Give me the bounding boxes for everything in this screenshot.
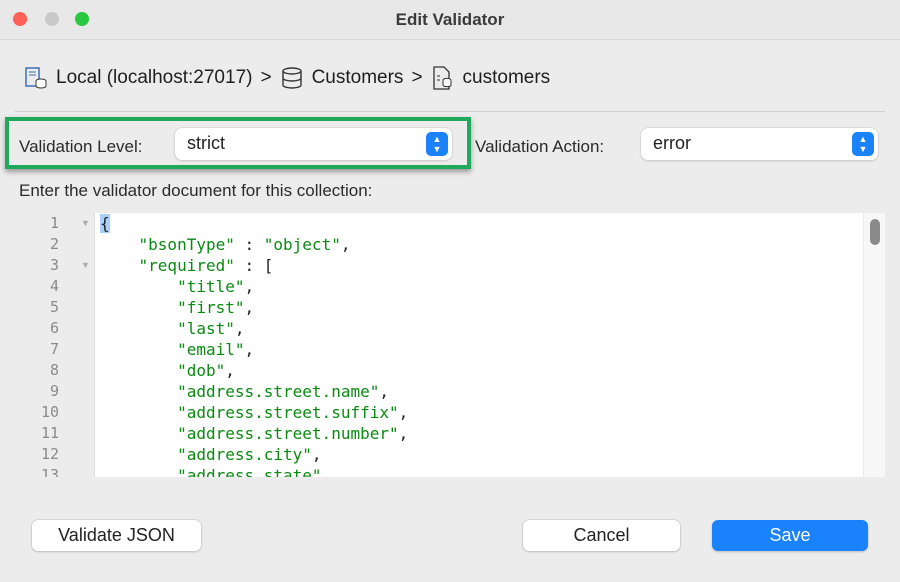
punctuation-token <box>100 424 177 443</box>
punctuation-token: , <box>398 424 409 443</box>
punctuation-token <box>100 361 177 380</box>
string-token: "bsonType" <box>138 235 235 254</box>
string-token: "object" <box>263 235 341 254</box>
string-token: "last" <box>177 319 235 338</box>
line-number: 11 <box>40 424 59 442</box>
breadcrumb-connection: Local (localhost:27017) <box>56 67 253 88</box>
cancel-button[interactable]: Cancel <box>523 520 680 551</box>
save-button[interactable]: Save <box>712 520 868 551</box>
punctuation-token: : [ <box>234 256 274 275</box>
punctuation-token: , <box>340 235 351 254</box>
line-number: 3 <box>49 256 59 274</box>
string-token: "address.street.name" <box>177 382 380 401</box>
punctuation-token <box>100 277 177 296</box>
line-number: 6 <box>49 319 59 337</box>
punctuation-token <box>100 340 177 359</box>
punctuation-token <box>100 445 177 464</box>
validate-json-button[interactable]: Validate JSON <box>32 520 201 551</box>
validation-action-select[interactable]: error ▲ ▼ <box>641 128 878 160</box>
breadcrumb-separator: > <box>260 67 272 88</box>
line-number: 2 <box>49 235 59 253</box>
punctuation-token: , <box>244 277 255 296</box>
breadcrumb-database: Customers <box>311 67 404 88</box>
validation-action-label: Validation Action: <box>475 137 605 156</box>
vertical-scrollbar[interactable] <box>863 213 885 477</box>
string-token: "title" <box>177 277 245 296</box>
divider <box>15 111 885 112</box>
string-token: "address.city" <box>177 445 312 464</box>
code-line: "bsonType" : "object", <box>100 235 351 254</box>
code-line: "address.street.suffix", <box>100 403 408 422</box>
string-token: "required" <box>138 256 235 275</box>
code-line: "title", <box>100 277 254 296</box>
line-number: 10 <box>40 403 59 421</box>
punctuation-token: , <box>379 382 389 401</box>
string-token: "first" <box>177 298 245 317</box>
line-number: 9 <box>49 382 59 400</box>
punctuation-token <box>100 403 177 422</box>
punctuation-token <box>100 466 177 477</box>
collection-icon <box>432 66 452 90</box>
instructions-text: Enter the validator document for this co… <box>19 181 373 200</box>
punctuation-token <box>100 256 139 275</box>
chevron-up-down-icon: ▲ ▼ <box>426 132 448 156</box>
code-line: "last", <box>100 319 245 338</box>
line-number: 8 <box>49 361 59 379</box>
code-line: "address.street.name", <box>100 382 389 401</box>
server-icon <box>25 67 47 89</box>
window-title: Edit Validator <box>395 10 505 29</box>
scrollbar-thumb[interactable] <box>870 219 880 245</box>
punctuation-token <box>100 235 139 254</box>
punctuation-token: , <box>234 319 245 338</box>
punctuation-token: , <box>225 361 235 380</box>
punctuation-token <box>100 382 177 401</box>
punctuation-token: , <box>398 403 409 422</box>
validation-level-select[interactable]: strict ▲ ▼ <box>175 128 452 160</box>
code-line: "address.state", <box>100 466 331 477</box>
line-number: 12 <box>40 445 59 463</box>
breadcrumb-collection: customers <box>462 67 551 88</box>
code-line: { <box>100 214 110 233</box>
punctuation-token <box>100 298 177 317</box>
punctuation-token <box>100 319 177 338</box>
string-token: "address.state" <box>177 466 322 477</box>
line-number: 4 <box>49 277 59 295</box>
json-editor[interactable]: 1 ▼ {2 "bsonType" : "object", 3 ▼ "required"… <box>25 213 885 477</box>
validation-level-value: strict <box>187 133 225 153</box>
code-line: "first", <box>100 298 254 317</box>
code-line: "email", <box>100 340 254 359</box>
string-token: "address.street.suffix" <box>177 403 399 422</box>
string-token: "email" <box>177 340 245 359</box>
punctuation-token: , <box>244 340 255 359</box>
line-number: 1 <box>49 214 59 232</box>
fold-arrow-icon[interactable]: ▼ <box>81 218 90 228</box>
breadcrumb-separator: > <box>411 67 423 88</box>
string-token: "dob" <box>177 361 226 380</box>
validation-action-value: error <box>653 133 692 153</box>
line-number: 7 <box>49 340 59 358</box>
line-number: 5 <box>49 298 59 316</box>
code-line: "address.street.number", <box>100 424 408 443</box>
punctuation-token: , <box>244 298 255 317</box>
breadcrumb: Local (localhost:27017) > Customers > cu… <box>24 66 550 90</box>
punctuation-token: , <box>321 466 332 477</box>
code-line: "address.city", <box>100 445 322 464</box>
line-number: 13 <box>40 466 59 477</box>
validation-level-label: Validation Level: <box>19 137 143 156</box>
chevron-up-down-icon: ▲ ▼ <box>852 132 874 156</box>
code-line: "dob", <box>100 361 235 380</box>
fold-arrow-icon[interactable]: ▼ <box>81 260 90 270</box>
punctuation-token: { <box>100 214 110 233</box>
database-icon <box>281 67 302 89</box>
string-token: "address.street.number" <box>177 424 399 443</box>
punctuation-token: : <box>234 235 264 254</box>
punctuation-token: , <box>311 445 322 464</box>
code-line: "required" : [ <box>100 256 274 275</box>
